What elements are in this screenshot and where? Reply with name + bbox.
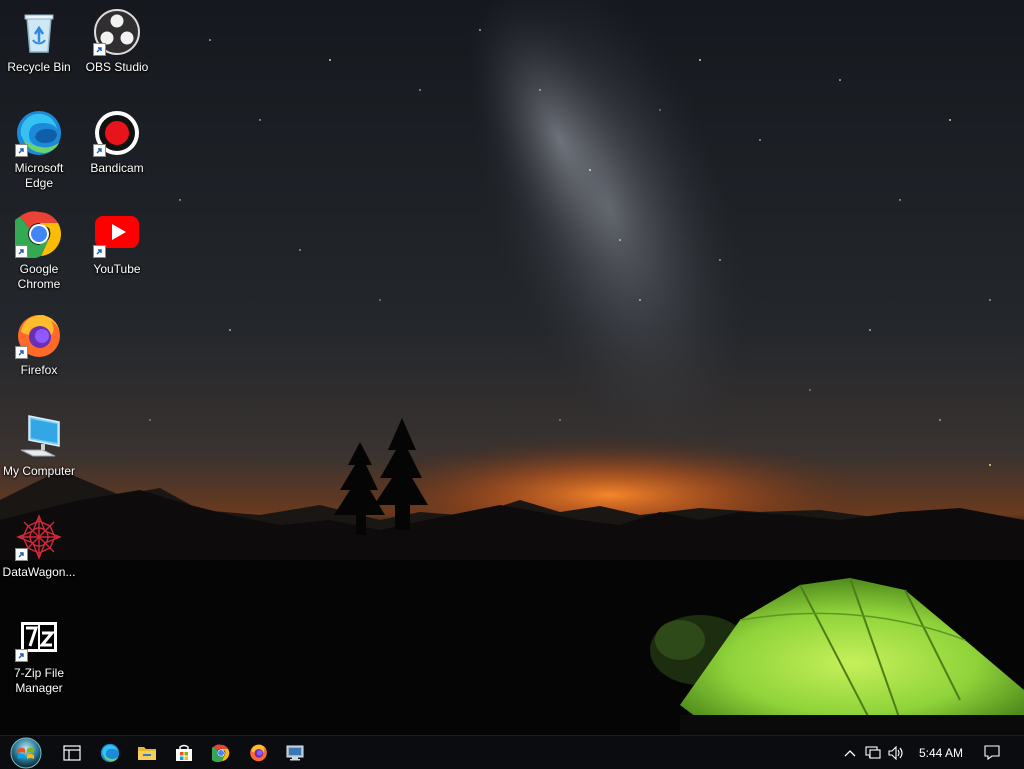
obs-studio-icon (93, 8, 141, 56)
taskbar-firefox-button[interactable] (242, 736, 274, 769)
chevron-up-icon (844, 749, 856, 756)
desktop-icon-recycle-bin[interactable]: Recycle Bin (1, 8, 77, 75)
recycle-bin-icon (15, 8, 63, 56)
desktop-icon-label: Microsoft Edge (14, 161, 64, 190)
desktop-icon-chrome[interactable]: Google Chrome (1, 210, 77, 292)
desktop-icon-datawagon[interactable]: DataWagon... (1, 513, 77, 580)
start-icon (10, 737, 42, 768)
chrome-icon (15, 210, 63, 258)
desktop-icon-label: DataWagon... (2, 565, 76, 579)
clock-time: 5:44 AM (918, 745, 964, 760)
taskbar-file-explorer-button[interactable] (131, 736, 163, 769)
taskbar-edge-button[interactable] (94, 736, 126, 769)
shortcut-arrow-icon (93, 245, 106, 258)
file-explorer-icon (138, 746, 156, 760)
shortcut-arrow-icon (93, 43, 106, 56)
shortcut-arrow-icon (15, 144, 28, 157)
network-button[interactable] (862, 736, 884, 769)
show-hidden-icons-button[interactable] (840, 736, 860, 769)
desktop-icon-youtube[interactable]: YouTube (79, 210, 155, 277)
desktop-icon-edge[interactable]: Microsoft Edge (1, 109, 77, 191)
task-view-button[interactable] (56, 736, 88, 769)
remote-desktop-icon (286, 745, 304, 760)
task-view-icon (63, 744, 81, 761)
desktop-icon-label: OBS Studio (85, 60, 149, 74)
desktop-icon-label: Recycle Bin (7, 60, 71, 74)
bandicam-icon (93, 109, 141, 157)
firefox-icon (249, 744, 267, 762)
desktop-icon-label: YouTube (93, 262, 141, 276)
youtube-icon (93, 210, 141, 258)
desktop-icon-label: Bandicam (90, 161, 144, 175)
chrome-icon (212, 744, 230, 762)
desktop-icon-label: Firefox (20, 363, 58, 377)
desktop-icon-label: My Computer (2, 464, 76, 478)
start-button[interactable] (4, 736, 48, 769)
datawagon-icon (15, 513, 63, 561)
desktop-icon-obs-studio[interactable]: OBS Studio (79, 8, 155, 75)
shortcut-arrow-icon (15, 346, 28, 359)
computer-icon (15, 412, 63, 460)
desktop-icon-label: Google Chrome (17, 262, 61, 291)
shortcut-arrow-icon (15, 245, 28, 258)
desktop-icon-my-computer[interactable]: My Computer (1, 412, 77, 479)
volume-button[interactable] (886, 736, 908, 769)
network-icon (865, 745, 881, 759)
taskbar: 5:44 AM (0, 735, 1024, 769)
desktop-icon-bandicam[interactable]: Bandicam (79, 109, 155, 176)
desktop-icon-firefox[interactable]: Firefox (1, 311, 77, 378)
shortcut-arrow-icon (93, 144, 106, 157)
edge-icon (100, 743, 120, 762)
taskbar-store-button[interactable] (168, 736, 200, 769)
store-icon (176, 744, 192, 761)
desktop-icon-7zip[interactable]: 7-Zip File Manager (1, 614, 77, 696)
notification-icon (984, 745, 1000, 760)
desktop-icon-label: 7-Zip File Manager (13, 666, 64, 695)
firefox-icon (15, 311, 63, 359)
shortcut-arrow-icon (15, 649, 28, 662)
7zip-icon (15, 614, 63, 662)
volume-icon (888, 745, 903, 760)
taskbar-remote-desktop-button[interactable] (279, 736, 311, 769)
shortcut-arrow-icon (15, 548, 28, 561)
taskbar-chrome-button[interactable] (205, 736, 237, 769)
edge-icon (15, 109, 63, 157)
action-center-button[interactable] (978, 736, 1006, 769)
clock-button[interactable]: 5:44 AM (912, 736, 970, 769)
